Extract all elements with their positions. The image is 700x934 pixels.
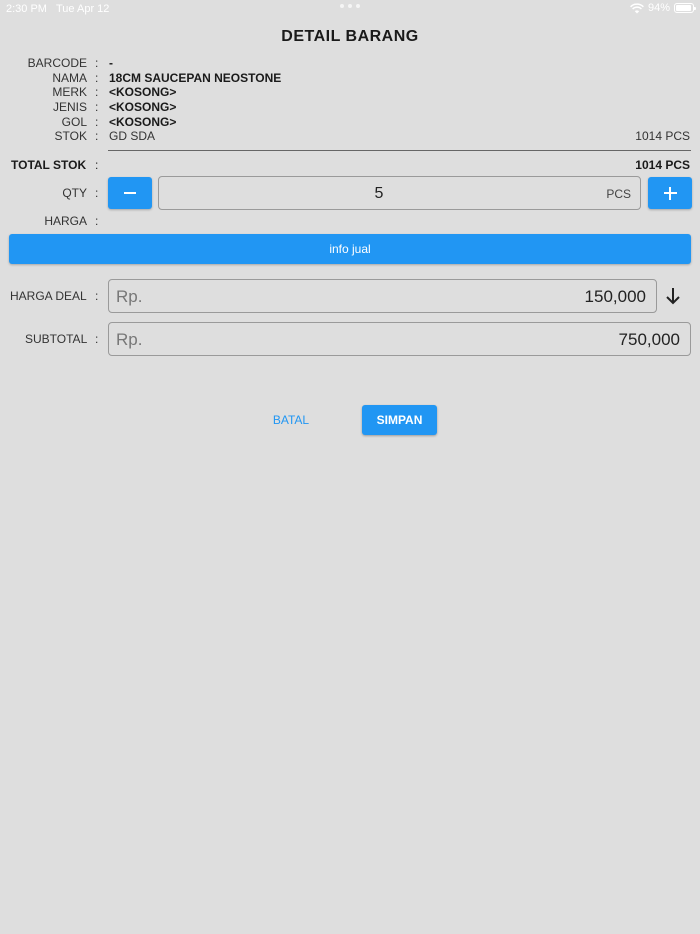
stok-row: STOK : GD SDA 1014 PCS [0, 129, 700, 143]
qty-colon: : [95, 186, 99, 200]
stock-divider [108, 150, 691, 151]
harga-deal-label: HARGA DEAL [10, 289, 87, 303]
gol-label: GOL [61, 115, 87, 129]
nama-label: NAMA [52, 71, 87, 85]
jenis-colon: : [95, 100, 99, 114]
merk-value: <KOSONG> [109, 85, 177, 99]
harga-deal-input[interactable]: Rp. 150,000 [108, 279, 657, 313]
harga-deal-prefix: Rp. [116, 287, 143, 306]
harga-label: HARGA [44, 214, 87, 228]
harga-deal-colon: : [95, 289, 99, 303]
total-stok-label: TOTAL STOK [11, 158, 87, 172]
nama-value: 18CM SAUCEPAN NEOSTONE [109, 71, 282, 85]
merk-label: MERK [52, 85, 87, 99]
arrow-down-icon[interactable] [665, 287, 681, 305]
minus-icon [124, 192, 136, 194]
total-stok-colon: : [95, 158, 99, 172]
qty-unit: PCS [606, 187, 631, 201]
barcode-value: - [109, 56, 113, 70]
stok-qty: 1014 PCS [635, 129, 690, 143]
status-right: 94% [630, 2, 696, 14]
page-title: DETAIL BARANG [281, 28, 419, 45]
barcode-colon: : [95, 56, 99, 70]
jenis-label: JENIS [52, 100, 87, 114]
status-time: 2:30 PM [6, 3, 47, 15]
subtotal-field: Rp. 750,000 [108, 322, 691, 356]
subtotal-colon: : [95, 332, 99, 346]
battery-percent: 94% [647, 2, 670, 14]
battery-icon [674, 3, 696, 13]
save-button[interactable]: SIMPAN [362, 405, 437, 435]
info-jual-button[interactable]: info jual [9, 234, 691, 264]
harga-deal-value: 150,000 [584, 287, 646, 306]
qty-decrement-button[interactable] [108, 177, 152, 209]
nama-colon: : [95, 71, 99, 85]
plus-icon [663, 186, 677, 200]
subtotal-label: SUBTOTAL [25, 332, 88, 346]
nama-row: NAMA : 18CM SAUCEPAN NEOSTONE [0, 71, 700, 85]
stok-label: STOK [54, 129, 87, 143]
merk-row: MERK : <KOSONG> [0, 85, 700, 99]
qty-input[interactable]: 5 PCS [158, 176, 641, 210]
wifi-icon [630, 2, 644, 13]
status-date: Tue Apr 12 [56, 3, 110, 15]
status-bar: 2:30 PM Tue Apr 12 94% [0, 0, 700, 18]
multitasking-dots-icon[interactable] [340, 4, 360, 10]
qty-value: 5 [374, 185, 384, 202]
stok-location: GD SDA [109, 129, 156, 143]
qty-increment-button[interactable] [648, 177, 692, 209]
merk-colon: : [95, 85, 99, 99]
gol-row: GOL : <KOSONG> [0, 115, 700, 129]
battery-level [676, 5, 692, 11]
barcode-label: BARCODE [27, 56, 87, 70]
subtotal-value: 750,000 [618, 330, 680, 349]
stok-colon: : [95, 129, 99, 143]
harga-colon: : [95, 214, 99, 228]
gol-colon: : [95, 115, 99, 129]
barcode-row: BARCODE : - [0, 56, 700, 70]
qty-label: QTY [62, 186, 87, 200]
jenis-row: JENIS : <KOSONG> [0, 100, 700, 114]
cancel-button[interactable]: BATAL [262, 406, 320, 434]
jenis-value: <KOSONG> [109, 100, 177, 114]
total-stok-value: 1014 PCS [635, 158, 690, 172]
gol-value: <KOSONG> [109, 115, 177, 129]
subtotal-prefix: Rp. [116, 330, 143, 349]
